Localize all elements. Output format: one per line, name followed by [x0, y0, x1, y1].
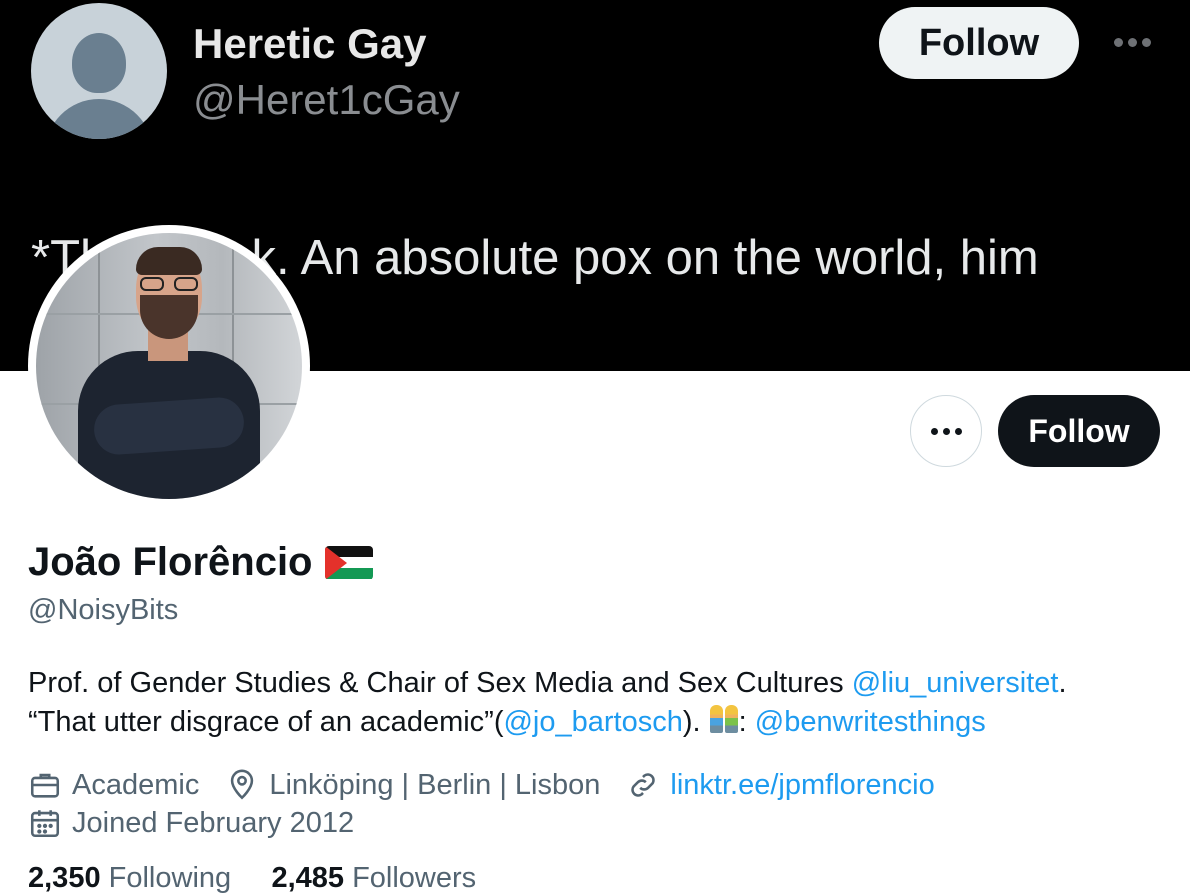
profile-location: Linköping | Berlin | Lisbon [225, 768, 600, 802]
website-link[interactable]: linktr.ee/jpmflorencio [670, 769, 934, 802]
follow-button[interactable]: Follow [998, 395, 1160, 467]
banner-user-name: Heretic Gay [193, 20, 427, 67]
link-icon [631, 773, 656, 797]
profile-website[interactable]: linktr.ee/jpmflorencio [626, 768, 935, 802]
profile-name: João Florêncio [28, 540, 373, 585]
bio-text: . [1058, 667, 1067, 699]
more-horizontal-icon [930, 427, 938, 435]
profile-name-text: João Florêncio [28, 540, 313, 584]
bio-text: : [738, 706, 755, 738]
banner-avatar [31, 3, 167, 139]
more-options-button[interactable] [910, 395, 982, 467]
joined-date: Joined February 2012 [72, 806, 355, 839]
banner-follow-button: Follow [879, 7, 1079, 79]
location-pin-icon [231, 769, 254, 800]
calendar-icon [30, 810, 60, 838]
two-men-holding-hands-icon [709, 705, 739, 735]
profile-handle: @NoisyBits [28, 594, 179, 626]
profile-bio: Prof. of Gender Studies & Chair of Sex M… [28, 664, 1168, 742]
profile-stats: 2,350 Following 2,485 Followers [28, 862, 476, 895]
banner-user-handle: @Heret1cGay [193, 76, 460, 123]
bio-text: Prof. of Gender Studies & Chair of Sex M… [28, 667, 852, 699]
palestine-flag-icon [324, 545, 373, 580]
mention-link[interactable]: @liu_universitet [852, 667, 1059, 699]
bio-text: “That utter disgrace of an academic”( [28, 706, 504, 738]
banner-more-icon [1108, 22, 1156, 62]
profile-joined: Joined February 2012 [28, 806, 380, 840]
following-link[interactable]: 2,350 Following [28, 862, 231, 894]
bio-text: ). [682, 706, 709, 738]
mention-link[interactable]: @jo_bartosch [503, 706, 682, 738]
mention-link[interactable]: @benwritesthings [755, 706, 986, 738]
profile-avatar[interactable] [28, 225, 310, 507]
profile-meta: Academic Linköping | Berlin | Lisbon lin… [28, 768, 961, 802]
profile-category: Academic [28, 768, 199, 802]
followers-link[interactable]: 2,485 Followers [271, 862, 476, 894]
briefcase-icon [30, 773, 60, 798]
